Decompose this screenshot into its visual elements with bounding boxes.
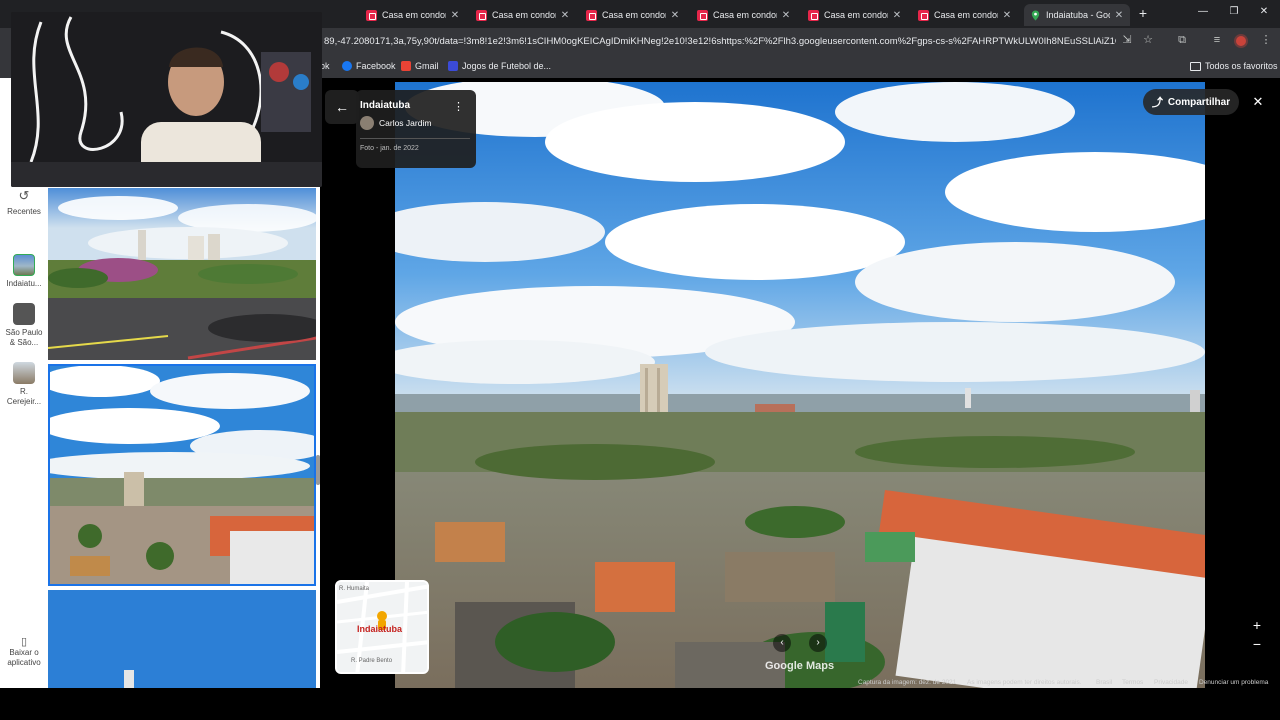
prev-photo-arrow[interactable]: ‹ — [773, 634, 791, 652]
zoom-out-button[interactable]: − — [1250, 637, 1264, 651]
browser-tab[interactable]: Casa em condomi ✕ — [802, 4, 908, 26]
place-thumbnail — [13, 254, 35, 276]
share-button[interactable]: ⤴ Compartilhar — [1143, 89, 1239, 115]
browser-tab[interactable]: Casa em condomi ✕ — [360, 4, 466, 26]
minimap-street-label: R. Humaita — [339, 586, 370, 592]
rail-item-indaiatuba[interactable]: Indaiatu... — [0, 254, 48, 288]
facebook-icon — [342, 61, 352, 71]
bookmark-facebook[interactable]: Facebook — [342, 58, 396, 74]
close-tab-icon[interactable]: ✕ — [560, 10, 570, 21]
close-tab-icon[interactable]: ✕ — [1002, 10, 1012, 21]
window-close-icon[interactable]: ✕ — [1257, 6, 1271, 17]
bookmark-label: Facebook — [356, 61, 396, 71]
main-photo[interactable] — [395, 82, 1205, 688]
bookmark-jogos[interactable]: Jogos de Futebol de... — [448, 58, 551, 74]
tab-title: Casa em condomi — [602, 10, 666, 20]
rail-item-label: R. Cerejeir... — [6, 387, 42, 406]
tab-favicon-icon — [476, 9, 487, 21]
rail-item-label: São Paulo & São... — [5, 328, 43, 347]
google-maps-logo: Google Maps — [765, 660, 835, 672]
bookmark-label: Jogos de Futebol de... — [462, 61, 552, 71]
divider — [360, 138, 470, 139]
rail-item-cerejeiras[interactable]: R. Cerejeir... — [0, 362, 48, 407]
tab-title: Casa em condomi — [824, 10, 888, 20]
next-photo-arrow[interactable]: › — [809, 634, 827, 652]
bookmark-gmail[interactable]: Gmail — [401, 58, 439, 74]
rail-download-app[interactable]: ▯ Baixar o aplicativo — [0, 635, 48, 668]
browser-tab[interactable]: Casa em condomi ✕ — [580, 4, 686, 26]
close-tab-icon[interactable]: ✕ — [781, 10, 791, 21]
new-tab-button[interactable]: + — [1136, 6, 1150, 20]
webcam-overlay — [11, 12, 322, 187]
close-tab-icon[interactable]: ✕ — [1114, 10, 1124, 21]
bookmark-star-icon[interactable]: ☆ — [1141, 33, 1155, 47]
rail-item-sao-paulo[interactable]: São Paulo & São... — [0, 303, 48, 348]
tab-favicon-icon — [366, 9, 377, 21]
rail-item-recentes[interactable]: ↺ Recentes — [0, 188, 48, 216]
more-options-icon[interactable]: ⋮ — [453, 100, 464, 113]
tab-title: Casa em condomi — [382, 10, 446, 20]
browser-tab[interactable]: Casa em condomi ✕ — [912, 4, 1018, 26]
rail-item-label: Indaiatu... — [6, 279, 42, 288]
folder-icon — [1190, 61, 1201, 71]
restore-icon[interactable]: ❐ — [1227, 6, 1241, 17]
tab-favicon-icon — [586, 9, 597, 21]
close-tab-icon[interactable]: ✕ — [670, 10, 680, 21]
minimap-street-label: R. Padre Bento — [351, 658, 393, 664]
bookmark-label: Gmail — [415, 61, 439, 71]
maps-pin-icon — [1030, 9, 1041, 21]
tab-title: Casa em condomi — [492, 10, 556, 20]
game-icon — [448, 61, 458, 71]
rail-item-label: Recentes — [7, 207, 41, 216]
zoom-in-button[interactable]: + — [1250, 618, 1264, 632]
share-icon: ⤴ — [1151, 97, 1163, 109]
rail-item-label: Baixar o aplicativo — [7, 648, 41, 667]
photo-thumbnail[interactable] — [48, 188, 316, 360]
photo-info-card: Indaiatuba ⋮ Carlos Jardim Foto - jan. d… — [356, 90, 476, 168]
share-label: Compartilhar — [1167, 96, 1231, 108]
author-name[interactable]: Carlos Jardim — [379, 118, 431, 128]
close-viewer-button[interactable]: ✕ — [1250, 94, 1266, 110]
install-app-icon[interactable]: ⇲ — [1120, 33, 1134, 47]
minimap[interactable]: Indaiatuba R. Humaita R. Padre Bento — [335, 580, 429, 674]
photo-thumbnail[interactable] — [48, 590, 316, 688]
gmail-icon — [401, 61, 411, 71]
back-button[interactable]: ← — [325, 90, 359, 124]
author-avatar[interactable] — [360, 116, 374, 130]
bookmark-all-favorites[interactable]: Todos os favoritos — [1190, 58, 1278, 74]
place-thumbnail — [13, 303, 35, 325]
profile-avatar[interactable] — [1234, 34, 1248, 48]
minimap-place-label: Indaiatuba — [357, 624, 403, 634]
close-tab-icon[interactable]: ✕ — [450, 10, 460, 21]
url-field[interactable]: 89,-47.2080171,3a,75y,90t/data=!3m8!1e2!… — [318, 32, 1116, 52]
minimize-icon[interactable]: — — [1196, 6, 1210, 17]
tab-title: Indaiatuba - Goo — [1046, 10, 1110, 20]
close-tab-icon[interactable]: ✕ — [892, 10, 902, 21]
browser-tab[interactable]: Casa em condomi ✕ — [470, 4, 576, 26]
tab-title: Casa em condomi — [713, 10, 777, 20]
media-icon[interactable]: ≡ — [1210, 33, 1224, 47]
history-icon: ↺ — [18, 188, 30, 203]
photo-thumbnail-selected[interactable] — [48, 364, 316, 586]
menu-dots-icon[interactable]: ⋮ — [1259, 33, 1273, 47]
tab-title: Casa em condomi — [934, 10, 998, 20]
bottom-bar — [0, 688, 1280, 720]
tab-favicon-icon — [918, 9, 929, 21]
place-thumbnail — [13, 362, 35, 384]
tab-favicon-icon — [808, 9, 819, 21]
photo-date: Foto - jan. de 2022 — [360, 145, 419, 152]
bookmark-label: Todos os favoritos — [1205, 61, 1278, 71]
phone-icon: ▯ — [20, 636, 28, 648]
extensions-icon[interactable]: ⧉ — [1175, 33, 1189, 47]
place-name[interactable]: Indaiatuba — [360, 100, 410, 113]
browser-tab-active[interactable]: Indaiatuba - Goo ✕ — [1024, 4, 1130, 26]
tab-favicon-icon — [697, 9, 708, 21]
browser-tab[interactable]: Casa em condomi ✕ — [691, 4, 797, 26]
